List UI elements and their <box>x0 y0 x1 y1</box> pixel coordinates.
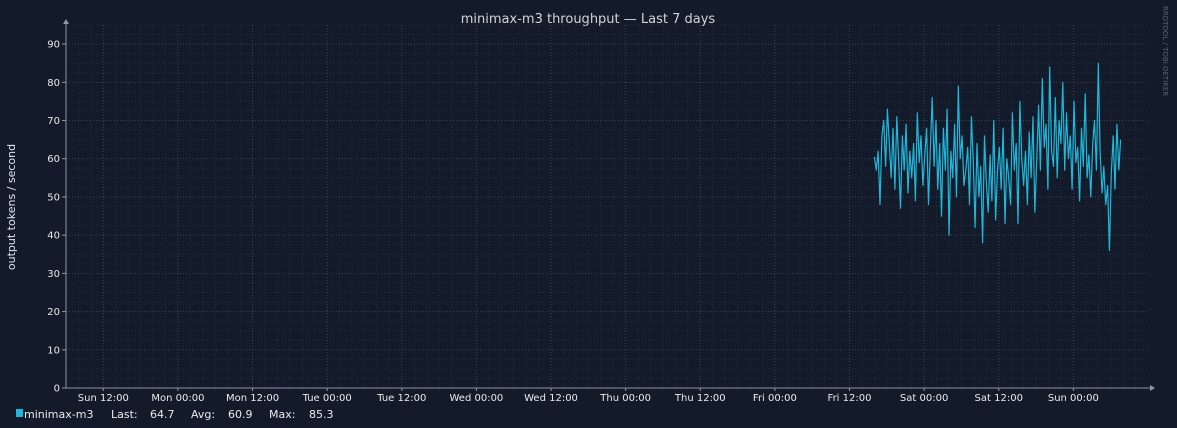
y-tick-label: 50 <box>47 192 60 203</box>
legend-max-value: 85.3 <box>309 408 334 421</box>
legend-avg-value: 60.9 <box>228 408 253 421</box>
chart: minimax-m3 throughput — Last 7 days outp… <box>0 0 1177 428</box>
y-tick-label: 40 <box>47 231 60 242</box>
x-tick-label: Mon 00:00 <box>151 393 204 404</box>
y-tick-label: 20 <box>47 307 60 318</box>
y-tick-label: 0 <box>54 384 60 395</box>
y-tick-label: 10 <box>47 345 60 356</box>
x-tick-label: Sat 12:00 <box>975 393 1023 404</box>
x-tick-label: Thu 00:00 <box>599 393 651 404</box>
legend-last-label: Last: <box>111 408 138 421</box>
legend-series-name: minimax-m3 <box>24 408 93 421</box>
y-tick-label: 80 <box>47 78 60 89</box>
x-tick-label: Sat 00:00 <box>900 393 948 404</box>
x-tick-label: Fri 00:00 <box>753 393 797 404</box>
x-tick-label: Thu 12:00 <box>674 393 726 404</box>
y-tick-label: 70 <box>47 116 60 127</box>
x-tick-label: Wed 12:00 <box>524 393 578 404</box>
y-tick-label: 90 <box>47 40 60 51</box>
legend-avg-label: Avg: <box>191 408 215 421</box>
legend-last-value: 64.7 <box>150 408 175 421</box>
x-tick-label: Sun 12:00 <box>78 393 129 404</box>
x-tick-label: Wed 00:00 <box>450 393 504 404</box>
x-tick-label: Fri 12:00 <box>828 393 872 404</box>
x-tick-label: Tue 12:00 <box>376 393 426 404</box>
watermark: RRDTOOL / TOBI OETIKER <box>1161 6 1169 96</box>
y-tick-label: 60 <box>47 154 60 165</box>
legend-max-label: Max: <box>269 408 295 421</box>
y-tick-label: 30 <box>47 269 60 280</box>
x-tick-label: Mon 12:00 <box>226 393 279 404</box>
x-tick-label: Tue 00:00 <box>302 393 352 404</box>
y-axis-label: output tokens / second <box>5 144 18 270</box>
legend-swatch <box>16 409 23 417</box>
x-tick-label: Sun 00:00 <box>1048 393 1099 404</box>
